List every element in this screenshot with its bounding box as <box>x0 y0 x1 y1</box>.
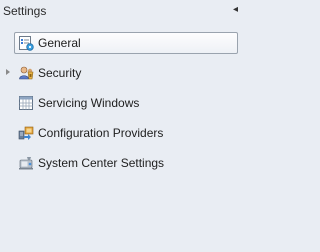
system-center-icon <box>19 157 33 170</box>
nav-item-configuration-providers[interactable]: Configuration Providers <box>14 122 238 144</box>
nav-item-label: Security <box>38 66 82 80</box>
nav-item-general[interactable]: General <box>14 32 238 54</box>
expand-arrow-icon[interactable] <box>6 69 10 75</box>
nav-item-label: General <box>38 36 81 50</box>
general-settings-icon <box>19 36 34 51</box>
nav-item-label: Configuration Providers <box>38 126 164 140</box>
settings-header: Settings ◂ <box>0 0 240 22</box>
security-users-icon <box>19 66 34 80</box>
nav-item-label: System Center Settings <box>38 156 165 170</box>
chevron-left-icon[interactable]: ◂ <box>233 4 238 16</box>
nav-item-label: Servicing Windows <box>38 96 140 110</box>
nav-item-security[interactable]: Security <box>6 62 238 84</box>
panel-title: Settings <box>3 4 47 18</box>
nav-item-servicing-windows[interactable]: Servicing Windows <box>14 92 238 114</box>
calendar-grid-icon <box>19 96 33 110</box>
configuration-providers-icon <box>18 126 34 140</box>
nav-item-system-center-settings[interactable]: System Center Settings <box>14 152 238 174</box>
